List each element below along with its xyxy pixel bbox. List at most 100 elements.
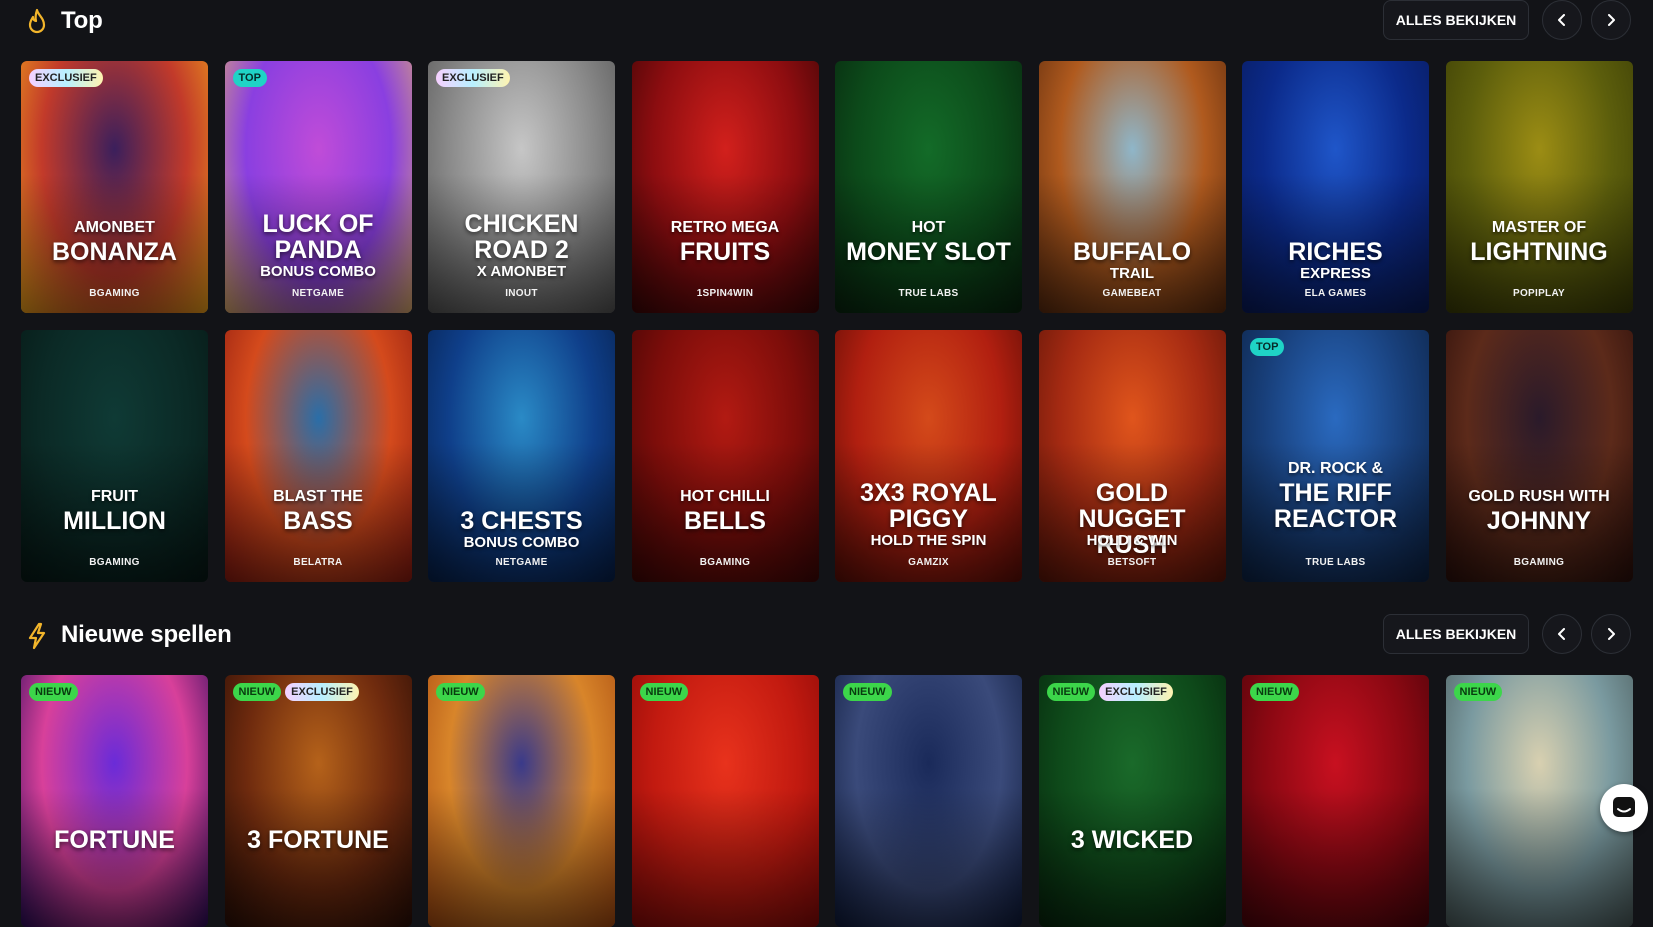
badge-group: TOP — [232, 69, 267, 87]
badge-group: NIEUW — [1250, 683, 1299, 701]
game-provider: GAMZIX — [908, 557, 949, 568]
top-prev-button[interactable] — [1542, 0, 1582, 40]
game-provider: POPIPLAY — [1512, 288, 1566, 299]
game-provider: BELATRA — [293, 557, 343, 568]
game-card[interactable]: EXCLUSIEF CHICKEN ROAD 2X AMONBET INOUT — [428, 61, 615, 313]
game-card[interactable]: TOP DR. ROCK & THE RIFF REACTOR TRUE LABS — [1242, 330, 1429, 582]
game-subtitle: X AMONBET — [476, 263, 567, 280]
top-next-button[interactable] — [1591, 0, 1631, 40]
game-provider: BETSOFT — [1107, 557, 1157, 568]
game-title: JOHNNY — [1486, 507, 1592, 535]
game-card[interactable]: HOT CHILLI BELLS BGAMING — [631, 330, 819, 582]
game-card[interactable]: MASTER OF LIGHTNING POPIPLAY — [1445, 61, 1633, 313]
game-card[interactable]: GOLD NUGGET RUSH HOLD & WIN BETSOFT — [1038, 330, 1226, 582]
game-title: LUCK OF PANDA — [262, 210, 374, 264]
game-card[interactable]: BLAST THE BASS BELATRA — [224, 330, 412, 582]
game-title-top: MASTER OF — [1491, 219, 1587, 236]
game-title: RICHES — [1288, 238, 1383, 266]
game-title: MILLION — [63, 507, 166, 535]
game-subtitle: TRAIL — [1109, 265, 1155, 282]
game-title: 3 FORTUNE — [247, 826, 389, 854]
badge-exclusief: EXCLUSIEF — [29, 69, 103, 87]
game-card[interactable]: GOLD RUSH WITH JOHNNY BGAMING — [1445, 330, 1633, 582]
game-provider: BGAMING — [699, 557, 751, 568]
game-subtitle: HOLD & WIN — [1086, 532, 1178, 549]
game-title: BELLS — [684, 507, 766, 535]
game-card[interactable]: RICHES EXPRESS ELA GAMES — [1242, 61, 1429, 313]
game-card[interactable]: EXCLUSIEF AMONBET BONANZA BGAMING — [21, 61, 208, 313]
badge-group: NIEUW — [29, 683, 78, 701]
badge-nieuw: NIEUW — [436, 683, 485, 701]
section-title-new: Nieuwe spellen — [61, 621, 232, 648]
badge-group: TOP — [1250, 338, 1285, 356]
game-provider: 1SPIN4WIN — [696, 288, 754, 299]
game-title: 3X3 ROYAL PIGGY — [860, 479, 997, 533]
game-title: MONEY SLOT — [846, 238, 1011, 266]
game-title: FORTUNE — [54, 826, 175, 854]
badge-nieuw: NIEUW — [1453, 683, 1503, 701]
game-card[interactable]: 3X3 ROYAL PIGGY HOLD THE SPIN GAMZIX — [835, 330, 1022, 582]
badge-nieuw: NIEUW — [29, 683, 78, 701]
chat-support-button[interactable] — [1600, 784, 1648, 832]
game-provider: INOUT — [505, 288, 538, 299]
game-title-top: HOT — [911, 219, 946, 236]
game-provider: NETGAME — [291, 288, 345, 299]
section-title-top: Top — [61, 7, 103, 34]
game-title: BUFFALO — [1072, 238, 1192, 266]
game-subtitle: EXPRESS — [1300, 265, 1371, 282]
game-card[interactable]: FRUIT MILLION BGAMING — [21, 330, 208, 582]
game-provider: GAMEBEAT — [1102, 288, 1162, 299]
game-card[interactable]: NIEUW EXCLUSIEF 3 WICKED — [1038, 675, 1226, 927]
badge-group: NIEUW — [436, 683, 485, 701]
game-subtitle: BONUS COMBO — [463, 534, 580, 551]
chevron-left-icon — [1558, 14, 1565, 26]
badge-group: NIEUW — [1453, 683, 1503, 701]
new-next-button[interactable] — [1591, 614, 1631, 654]
badge-group: NIEUW — [843, 683, 892, 701]
game-card[interactable]: 3 CHESTS BONUS COMBO NETGAME — [428, 330, 615, 582]
badge-nieuw: NIEUW — [1250, 683, 1299, 701]
game-provider: TRUE LABS — [898, 288, 959, 299]
card-shade — [631, 788, 819, 927]
game-card[interactable]: NIEUW — [835, 675, 1022, 927]
badge-group: NIEUW EXCLUSIEF — [232, 683, 359, 701]
game-title-top: HOT CHILLI — [680, 488, 770, 505]
game-provider: NETGAME — [495, 557, 548, 568]
flame-icon — [28, 8, 46, 34]
see-all-top-button[interactable]: ALLES BEKIJKEN — [1383, 0, 1529, 40]
new-prev-button[interactable] — [1542, 614, 1582, 654]
chat-icon — [1613, 797, 1635, 817]
game-card[interactable]: RETRO MEGA FRUITS 1SPIN4WIN — [631, 61, 819, 313]
game-title: BONANZA — [52, 238, 177, 266]
game-title: THE RIFF REACTOR — [1273, 479, 1398, 533]
game-title-top: BLAST THE — [273, 488, 363, 505]
lightning-icon — [28, 622, 46, 650]
game-title: 3 CHESTS — [460, 507, 583, 535]
game-card[interactable]: NIEUW FORTUNE — [21, 675, 208, 927]
game-title-top: DR. ROCK & — [1287, 460, 1384, 477]
card-shade — [21, 788, 208, 927]
card-shade — [428, 788, 615, 927]
game-card[interactable]: NIEUW EXCLUSIEF 3 FORTUNE — [224, 675, 412, 927]
badge-nieuw: NIEUW — [232, 683, 282, 701]
game-title: FRUITS — [679, 238, 771, 266]
badge-group: NIEUW EXCLUSIEF — [1046, 683, 1173, 701]
card-shade — [835, 788, 1022, 927]
game-card[interactable]: NIEUW — [631, 675, 819, 927]
game-provider: ELA GAMES — [1304, 288, 1367, 299]
game-card[interactable]: TOP LUCK OF PANDA BONUS COMBO NETGAME — [224, 61, 412, 313]
game-card[interactable]: NIEUW — [428, 675, 615, 927]
game-title: BASS — [283, 507, 353, 535]
badge-group: EXCLUSIEF — [436, 69, 510, 87]
badge-nieuw: NIEUW — [639, 683, 689, 701]
see-all-new-button[interactable]: ALLES BEKIJKEN — [1383, 614, 1529, 654]
badge-group: NIEUW — [639, 683, 689, 701]
game-card[interactable]: BUFFALO TRAIL GAMEBEAT — [1038, 61, 1226, 313]
game-title-top: RETRO MEGA — [670, 219, 780, 236]
game-card[interactable]: HOT MONEY SLOT TRUE LABS — [835, 61, 1022, 313]
top-section-header: Top ALLES BEKIJKEN — [0, 0, 1653, 44]
game-card[interactable]: NIEUW — [1242, 675, 1429, 927]
badge-top: TOP — [232, 69, 267, 87]
game-title-top: FRUIT — [90, 488, 139, 505]
card-shade — [224, 788, 412, 927]
